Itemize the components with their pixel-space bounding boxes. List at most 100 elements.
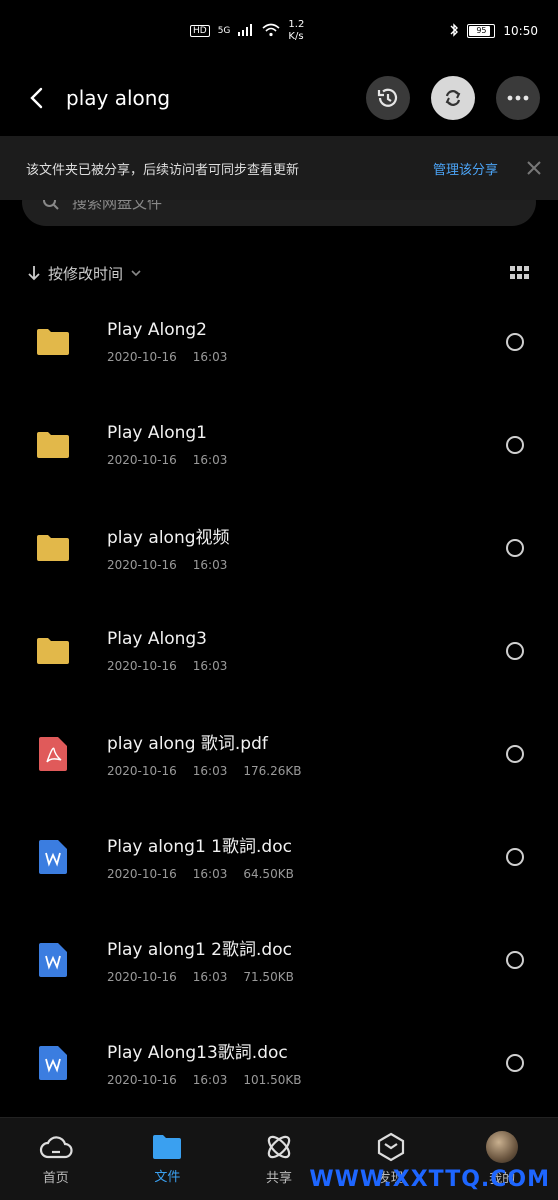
file-meta: 2020-10-16 16:03 71.50KB — [107, 970, 506, 984]
file-meta: 2020-10-16 16:03 176.26KB — [107, 764, 506, 778]
file-row[interactable]: Play Along1 2020-10-16 16:03 — [0, 393, 558, 496]
file-name: Play Along3 — [107, 628, 207, 649]
file-meta: 2020-10-16 16:03 — [107, 350, 506, 364]
pdf-file-icon — [39, 736, 67, 771]
share-banner-text: 该文件夹已被分享，后续访问者可同步查看更新 — [26, 162, 300, 178]
file-info: Play Along1 2020-10-16 16:03 — [107, 423, 506, 467]
file-time: 16:03 — [192, 658, 228, 673]
file-size: 101.50KB — [243, 1073, 302, 1087]
file-time: 16:03 — [192, 452, 228, 467]
banner-close-button[interactable] — [524, 158, 544, 178]
folder-icon — [37, 534, 69, 561]
status-right: 95 10:50 — [449, 22, 538, 40]
select-radio[interactable] — [506, 435, 524, 454]
hd-badge: HD — [190, 25, 210, 37]
select-radio[interactable] — [506, 641, 524, 660]
file-info: Play along1 2歌詞.doc 2020-10-16 16:03 71.50K… — [107, 935, 506, 984]
file-row[interactable]: play along视频 2020-10-16 16:03 — [0, 496, 558, 599]
sort-label[interactable]: 按修改时间 — [48, 263, 123, 284]
file-time: 16:03 — [192, 970, 228, 984]
file-size: 71.50KB — [243, 970, 294, 984]
top-app-bar: play along — [0, 62, 558, 134]
clock: 10:50 — [503, 24, 538, 38]
file-icon — [36, 942, 70, 977]
file-name: Play Along13歌詞.doc — [107, 1043, 288, 1063]
select-radio[interactable] — [506, 950, 524, 969]
manage-share-link[interactable]: 管理该分享 — [433, 159, 498, 178]
back-button[interactable] — [18, 80, 54, 116]
file-size: 64.50KB — [243, 867, 294, 881]
doc-file-icon — [39, 942, 67, 977]
battery-icon: 95 — [467, 24, 496, 38]
chevron-down-icon[interactable] — [131, 269, 141, 277]
file-info: play along视频 2020-10-16 16:03 — [107, 523, 506, 572]
file-date: 2020-10-16 — [107, 658, 177, 673]
file-time: 16:03 — [192, 764, 228, 778]
file-row[interactable]: Play Along3 2020-10-16 16:03 — [0, 599, 558, 702]
file-time: 16:03 — [192, 558, 228, 572]
avatar — [486, 1131, 519, 1163]
file-icon — [36, 428, 70, 462]
file-icon — [36, 839, 70, 874]
file-size: 176.26KB — [243, 764, 302, 778]
file-date: 2020-10-16 — [107, 1073, 177, 1087]
file-meta: 2020-10-16 16:03 — [107, 558, 506, 572]
nav-files-label: 文件 — [154, 1170, 181, 1185]
select-radio[interactable] — [506, 744, 524, 763]
share-banner: 该文件夹已被分享，后续访问者可同步查看更新 管理该分享 — [0, 136, 558, 200]
nav-home[interactable]: 首页 — [11, 1132, 101, 1186]
chevron-left-icon — [30, 87, 43, 109]
file-info: play along 歌词.pdf 2020-10-16 16:03 176.26KB — [107, 729, 506, 778]
more-button[interactable] — [496, 76, 540, 120]
nav-files[interactable]: 文件 — [122, 1133, 212, 1185]
file-row[interactable]: Play along1 2歌詞.doc 2020-10-16 16:03 71.50K… — [0, 908, 558, 1011]
file-icon — [36, 531, 70, 565]
select-radio[interactable] — [506, 332, 524, 351]
signal-icon — [238, 23, 254, 39]
history-icon — [377, 88, 398, 107]
file-info: Play Along3 2020-10-16 16:03 — [107, 629, 506, 673]
file-date: 2020-10-16 — [107, 452, 177, 467]
history-button[interactable] — [366, 76, 410, 120]
file-meta: 2020-10-16 16:03 — [107, 453, 506, 467]
folder-icon — [37, 637, 69, 664]
sync-button[interactable] — [431, 76, 475, 120]
file-icon — [36, 736, 70, 771]
cloud-home-icon — [39, 1136, 73, 1159]
file-row[interactable]: Play Along2 2020-10-16 16:03 — [0, 290, 558, 393]
select-radio[interactable] — [506, 847, 524, 866]
file-name: Play along1 1歌詞.doc — [107, 837, 292, 857]
net-speed: 1.2 K/s — [288, 19, 304, 43]
net-speed-value: 1.2 — [288, 19, 305, 30]
file-meta: 2020-10-16 16:03 64.50KB — [107, 867, 506, 881]
net-speed-unit: K/s — [288, 31, 304, 42]
file-list: Play Along2 2020-10-16 16:03 Play Along1 202… — [0, 290, 558, 1114]
file-date: 2020-10-16 — [107, 349, 177, 364]
bluetooth-icon — [449, 22, 459, 40]
file-time: 16:03 — [192, 1073, 228, 1087]
file-name: play along 歌词.pdf — [107, 734, 268, 754]
share-atom-icon — [267, 1135, 291, 1159]
file-icon — [36, 325, 70, 359]
file-time: 16:03 — [192, 349, 228, 364]
sync-icon — [445, 90, 461, 106]
file-name: Play Along1 — [107, 422, 207, 443]
battery-level: 95 — [476, 26, 487, 35]
file-row[interactable]: play along 歌词.pdf 2020-10-16 16:03 176.26KB — [0, 702, 558, 805]
select-radio[interactable] — [506, 538, 524, 557]
file-row[interactable]: Play Along13歌詞.doc 2020-10-16 16:03 101.50K… — [0, 1011, 558, 1114]
file-icon — [36, 1045, 70, 1080]
page-title: play along — [66, 86, 171, 110]
network-type: 5G — [217, 26, 231, 36]
status-left: HD 5G 1.2 K/s — [190, 19, 304, 43]
nav-home-label: 首页 — [42, 1171, 69, 1186]
nav-share-label: 共享 — [265, 1171, 292, 1186]
doc-file-icon — [39, 839, 67, 874]
file-date: 2020-10-16 — [107, 764, 177, 778]
doc-file-icon — [39, 1045, 67, 1080]
file-row[interactable]: Play along1 1歌詞.doc 2020-10-16 16:03 64.50K… — [0, 805, 558, 908]
select-radio[interactable] — [506, 1053, 524, 1072]
file-name: Play along1 2歌詞.doc — [107, 940, 292, 960]
wifi-icon — [262, 23, 280, 40]
grid-view-icon[interactable] — [510, 266, 530, 280]
